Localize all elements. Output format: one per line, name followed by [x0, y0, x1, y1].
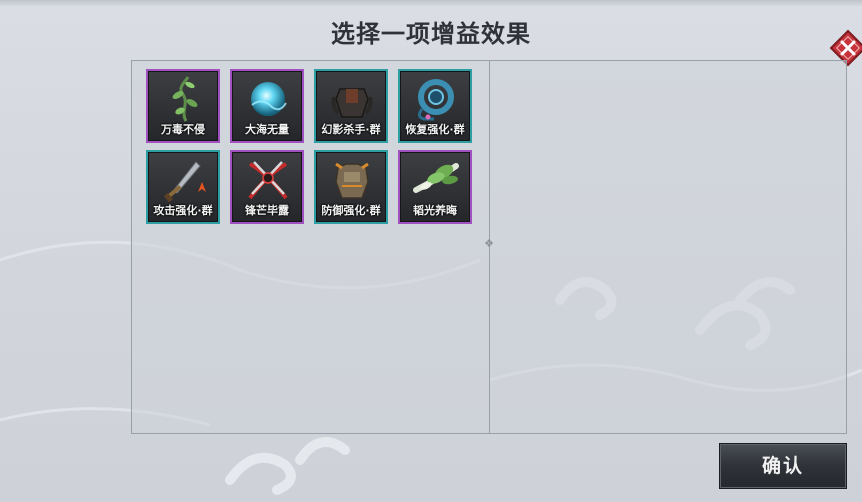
buff-card-poison-immunity[interactable]: 万毒不侵 — [146, 69, 220, 143]
healing-ring-icon — [417, 79, 454, 121]
buff-label: 万毒不侵 — [161, 123, 205, 136]
shield-armor-icon — [335, 162, 369, 199]
shadow-armor-icon — [331, 88, 373, 118]
buff-card-phantom-killer[interactable]: 幻影杀手·群 — [314, 69, 388, 143]
confirm-button[interactable]: 确认 — [719, 443, 847, 489]
buff-label: 攻击强化·群 — [153, 204, 213, 217]
buff-label: 韬光养晦 — [413, 204, 457, 217]
dialog-top-frame — [0, 0, 862, 6]
buff-label: 幻影杀手·群 — [321, 123, 381, 136]
buff-card-boundless-sea[interactable]: 大海无量 — [230, 69, 304, 143]
buff-label: 锋芒毕露 — [245, 204, 289, 217]
buff-card-attack-boost[interactable]: 攻击强化·群 — [146, 150, 220, 224]
water-orb-icon — [251, 82, 287, 116]
buff-card-defense-boost[interactable]: 防御强化·群 — [314, 150, 388, 224]
buff-label: 防御强化·群 — [321, 204, 381, 217]
divider-handle-icon: ❖ — [484, 237, 494, 250]
buff-card-sharp-edge[interactable]: 锋芒毕露 — [230, 150, 304, 224]
buff-grid: 万毒不侵 大海无量 幻影杀手·群 恢复强化·群 攻击强化·群 锋芒毕露 防御强化… — [146, 69, 476, 229]
buff-card-recovery-boost[interactable]: 恢复强化·群 — [398, 69, 472, 143]
buff-label: 大海无量 — [245, 123, 289, 136]
buff-label: 恢复强化·群 — [405, 123, 465, 136]
crossed-blades-icon — [248, 161, 288, 200]
sword-icon — [163, 161, 206, 203]
dialog-title: 选择一项增益效果 — [331, 20, 531, 48]
herb-icon — [413, 163, 459, 193]
poison-vine-icon — [172, 76, 198, 122]
buff-card-hide-brilliance[interactable]: 韬光养晦 — [398, 150, 472, 224]
